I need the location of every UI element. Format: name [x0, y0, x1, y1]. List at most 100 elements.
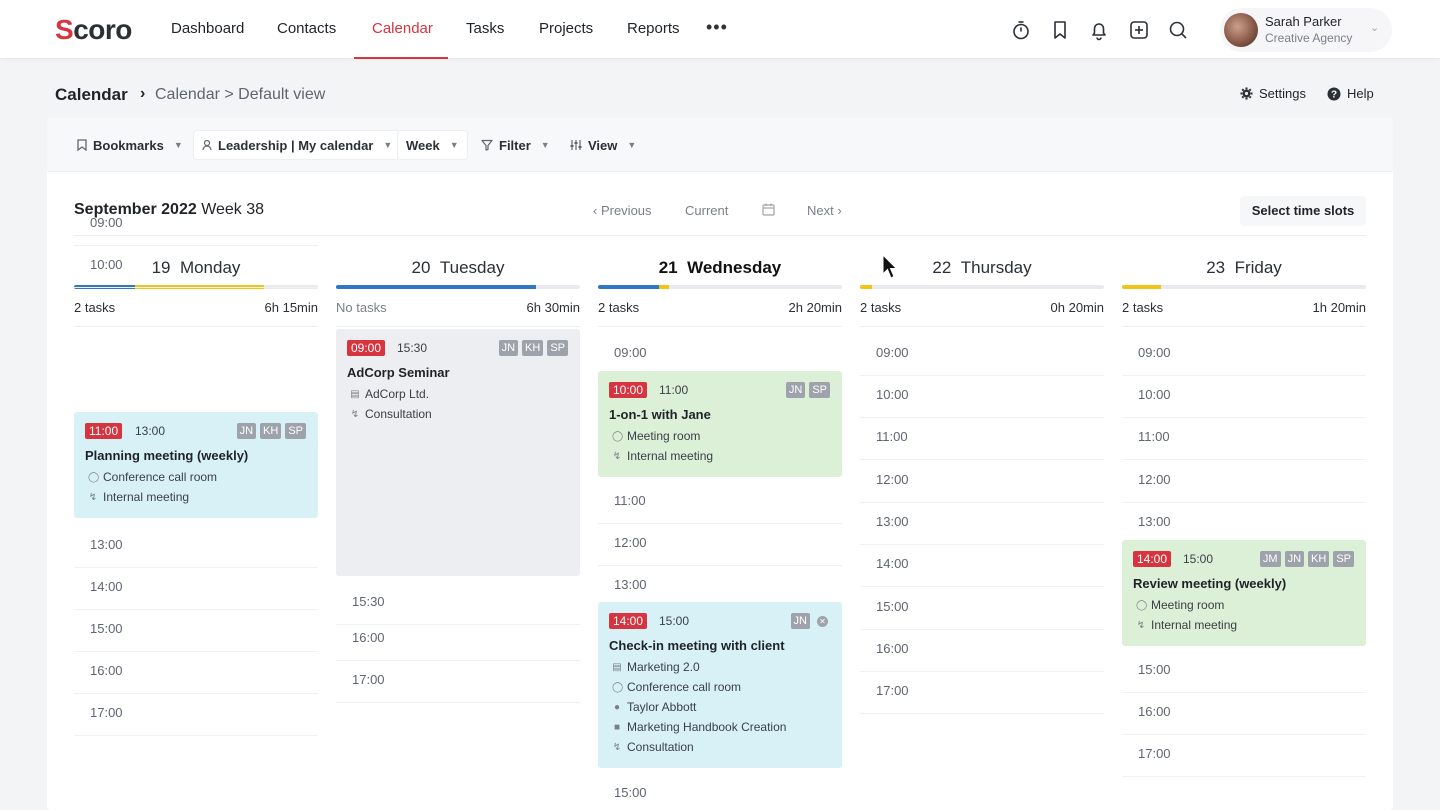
- hour-slot[interactable]: 11:00: [614, 493, 646, 508]
- day-header[interactable]: 20 Tuesday: [336, 258, 580, 278]
- hour-slot[interactable]: 16:00: [1138, 704, 1171, 719]
- hour-slot[interactable]: 15:00: [90, 621, 123, 636]
- page-title[interactable]: Calendar: [55, 85, 128, 105]
- hour-slot[interactable]: 09:00: [90, 215, 123, 230]
- day-date: 22: [932, 258, 952, 277]
- hour-slot[interactable]: 17:00: [352, 672, 385, 687]
- attendee-initials[interactable]: JM: [1259, 551, 1281, 567]
- help-label: Help: [1347, 86, 1374, 101]
- period-selector[interactable]: Week ▼: [397, 130, 468, 160]
- nav-dashboard[interactable]: Dashboard: [171, 20, 244, 37]
- add-icon[interactable]: [1128, 19, 1150, 41]
- hour-slot[interactable]: 16:00: [352, 630, 385, 645]
- bolt-icon: ↯: [1136, 619, 1146, 631]
- hour-divider: [336, 624, 580, 625]
- scoro-logo[interactable]: Scoro: [55, 14, 132, 46]
- hour-divider: [860, 671, 1104, 672]
- attendee-initials[interactable]: JN: [498, 340, 519, 356]
- hour-slot[interactable]: 14:00: [876, 556, 909, 571]
- hour-slot[interactable]: 17:00: [90, 705, 123, 720]
- day-name: Wednesday: [687, 258, 782, 277]
- attendee-initials[interactable]: JN: [785, 382, 806, 398]
- location-icon: ◯: [1136, 599, 1148, 611]
- calendar-event[interactable]: 09:00 15:30 JN KH SP AdCorp Seminar ▤ AdCorp Lt…: [336, 329, 580, 576]
- help-button[interactable]: ? Help: [1327, 86, 1374, 101]
- hour-slot[interactable]: 17:00: [1138, 746, 1171, 761]
- attendee-initials[interactable]: SP: [547, 340, 568, 356]
- attendee-initials[interactable]: KH: [260, 423, 282, 439]
- nav-tasks[interactable]: Tasks: [466, 20, 504, 37]
- bookmarks-dropdown[interactable]: Bookmarks ▼: [69, 130, 191, 160]
- hour-slot[interactable]: 10:00: [1138, 387, 1171, 402]
- svg-text:?: ?: [1331, 89, 1337, 100]
- attendee-initials[interactable]: SP: [809, 382, 830, 398]
- calendar-event[interactable]: 14:00 15:00 JN ✕ Check-in meeting with clien…: [598, 602, 842, 768]
- hour-slot[interactable]: 13:00: [90, 537, 123, 552]
- nav-projects[interactable]: Projects: [539, 20, 593, 37]
- hour-slot[interactable]: 10:00: [876, 387, 909, 402]
- attendee-initials[interactable]: SP: [285, 423, 306, 439]
- hour-slot[interactable]: 12:00: [614, 535, 647, 550]
- view-dropdown[interactable]: View ▼: [562, 130, 644, 160]
- attendee-initials[interactable]: SP: [1333, 551, 1354, 567]
- user-menu[interactable]: Sarah Parker Creative Agency ⌄: [1220, 8, 1392, 52]
- hour-slot[interactable]: 09:00: [1138, 345, 1171, 360]
- nav-calendar[interactable]: Calendar: [372, 20, 433, 37]
- hour-slot[interactable]: 09:00: [614, 345, 647, 360]
- calendar-selector[interactable]: Leadership | My calendar ▼: [193, 130, 402, 160]
- hour-slot[interactable]: 09:00: [876, 345, 909, 360]
- attendee-initials[interactable]: KH: [1308, 551, 1330, 567]
- hour-slot[interactable]: 11:00: [1138, 429, 1170, 444]
- more-menu-icon[interactable]: •••: [706, 17, 728, 38]
- nav-reports[interactable]: Reports: [627, 20, 680, 37]
- period-selector-label: Week: [406, 137, 440, 153]
- calendar-event[interactable]: 14:00 15:00 JM JN KH SP Review meeting (weekly…: [1122, 540, 1366, 646]
- hour-divider: [860, 586, 1104, 587]
- previous-label: Previous: [600, 203, 652, 218]
- attendee-initials[interactable]: JN: [1284, 551, 1305, 567]
- hour-slot[interactable]: 15:00: [1138, 662, 1171, 677]
- search-icon[interactable]: [1167, 19, 1189, 41]
- hour-slot[interactable]: 11:00: [876, 429, 908, 444]
- hour-slot[interactable]: 14:00: [90, 579, 123, 594]
- hour-slot[interactable]: 15:00: [614, 785, 647, 800]
- close-icon[interactable]: ✕: [817, 616, 828, 627]
- active-nav-underline: [354, 57, 448, 59]
- previous-button[interactable]: ‹ Previous: [593, 203, 652, 218]
- day-header[interactable]: 21 Wednesday: [598, 258, 842, 278]
- nav-contacts[interactable]: Contacts: [277, 20, 336, 37]
- current-button[interactable]: Current: [685, 203, 728, 218]
- hour-slot[interactable]: 10:00: [90, 257, 123, 272]
- hour-slot[interactable]: 12:00: [876, 472, 909, 487]
- timer-icon[interactable]: [1010, 19, 1032, 41]
- hour-slot[interactable]: 15:30: [352, 594, 385, 609]
- event-detail-text: Consultation: [627, 740, 694, 754]
- bell-icon[interactable]: [1088, 19, 1110, 41]
- event-end-time: 15:00: [659, 614, 690, 628]
- filter-dropdown[interactable]: Filter ▼: [473, 130, 558, 160]
- attendee-initials[interactable]: JN: [790, 613, 810, 629]
- settings-button[interactable]: Settings: [1240, 86, 1306, 101]
- hour-slot[interactable]: 15:00: [876, 599, 909, 614]
- day-header[interactable]: 23 Friday: [1122, 258, 1366, 278]
- attendee-initials[interactable]: KH: [522, 340, 544, 356]
- hour-slot[interactable]: 16:00: [876, 641, 909, 656]
- hour-slot[interactable]: 13:00: [1138, 514, 1171, 529]
- hour-divider: [598, 565, 842, 566]
- hour-slot[interactable]: 17:00: [876, 683, 909, 698]
- calendar-event[interactable]: 10:00 11:00 JN SP 1-on-1 with Jane ◯ Meeting r…: [598, 371, 842, 477]
- hour-slot[interactable]: 12:00: [1138, 472, 1171, 487]
- hour-slot[interactable]: 16:00: [90, 663, 123, 678]
- attendee-initials[interactable]: JN: [236, 423, 257, 439]
- event-detail: ▤ AdCorp Ltd.: [350, 387, 429, 401]
- hour-slot[interactable]: 13:00: [876, 514, 909, 529]
- bookmark-icon[interactable]: [1049, 19, 1071, 41]
- select-time-slots-button[interactable]: Select time slots: [1240, 196, 1366, 226]
- calendar-event[interactable]: 11:00 13:00 JN KH SP Planning meeting (weekly…: [74, 412, 318, 518]
- calendar-picker-icon[interactable]: [762, 203, 775, 216]
- hour-slot[interactable]: 13:00: [614, 577, 647, 592]
- event-detail-text: Consultation: [365, 407, 432, 421]
- divider: [336, 326, 580, 327]
- next-button[interactable]: Next ›: [807, 203, 842, 218]
- caret-down-icon: ▼: [173, 140, 183, 150]
